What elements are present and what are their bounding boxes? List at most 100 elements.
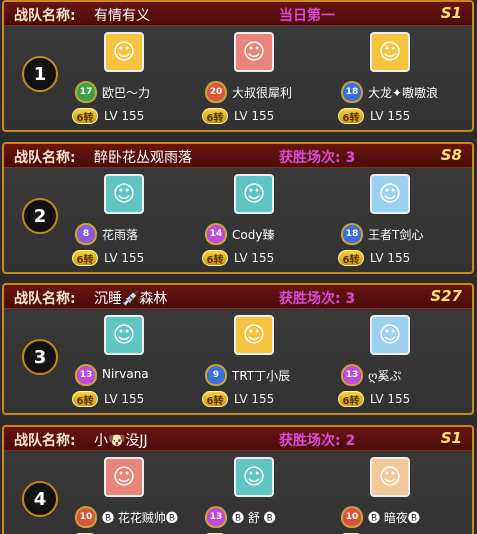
rebirth-badge: 6转 <box>72 250 98 266</box>
player-name: 🅑 暗夜🅑 <box>368 511 420 525</box>
player-avatar[interactable]: ☺ <box>104 457 144 497</box>
level-row: 6转 LV 155 <box>202 108 274 124</box>
level-row: 6转 LV 155 <box>338 391 410 407</box>
team-header: 战队名称: 沉睡💉森林 获胜场次: 3 S27 <box>4 285 472 309</box>
player-name: 王者T剑心 <box>368 228 424 242</box>
shield-icon: 17 <box>75 81 97 103</box>
player-level: LV 155 <box>234 109 275 123</box>
cartoon-face-icon: ☺ <box>242 322 266 348</box>
team-label: 战队名称: <box>14 150 76 166</box>
shield-icon: 13 <box>341 364 363 386</box>
team-name: 醉卧花丛观雨落 <box>94 150 192 166</box>
player-level: LV 155 <box>234 251 275 265</box>
cartoon-face-icon: ☺ <box>378 181 402 207</box>
team-name: 沉睡💉森林 <box>94 291 168 307</box>
player-avatar[interactable]: ☺ <box>234 457 274 497</box>
player-avatar[interactable]: ☺ <box>234 174 274 214</box>
rebirth-badge: 6转 <box>202 250 228 266</box>
cartoon-face-icon: ☺ <box>112 39 136 65</box>
shield-icon: 13 <box>205 506 227 528</box>
player-avatar[interactable]: ☺ <box>370 32 410 72</box>
cartoon-face-icon: ☺ <box>242 39 266 65</box>
team-name: 有情有义 <box>94 8 150 24</box>
player-avatar[interactable]: ☺ <box>370 315 410 355</box>
shield-icon: 18 <box>341 81 363 103</box>
team-card[interactable]: 战队名称: 小🐶没JJ 获胜场次: 2 S1 4 ☺ 10 🅑 花花贼帅🅑 6转… <box>2 425 474 534</box>
team-member[interactable]: ☺ 13 ღ奚ぷ 6转 LV 155 <box>338 315 472 413</box>
rebirth-badge: 6转 <box>202 108 228 124</box>
cartoon-face-icon: ☺ <box>378 322 402 348</box>
vip-badge: 8 <box>72 222 100 246</box>
server-tag: S27 <box>430 287 462 305</box>
player-level: LV 155 <box>370 392 411 406</box>
team-member[interactable]: ☺ 18 大龙✦嗷嗷浪 6转 LV 155 <box>338 32 472 130</box>
rebirth-badge: 6转 <box>338 108 364 124</box>
team-status: 获胜场次: 2 <box>279 433 356 449</box>
cartoon-face-icon: ☺ <box>242 464 266 490</box>
player-avatar[interactable]: ☺ <box>104 174 144 214</box>
rebirth-badge: 6转 <box>72 108 98 124</box>
cartoon-face-icon: ☺ <box>378 39 402 65</box>
player-avatar[interactable]: ☺ <box>370 174 410 214</box>
team-header: 战队名称: 醉卧花丛观雨落 获胜场次: 3 S8 <box>4 144 472 168</box>
player-avatar[interactable]: ☺ <box>370 457 410 497</box>
player-avatar[interactable]: ☺ <box>104 315 144 355</box>
rebirth-badge: 6转 <box>338 391 364 407</box>
level-row: 6转 LV 155 <box>338 108 410 124</box>
player-name: 大龙✦嗷嗷浪 <box>368 86 439 100</box>
player-name: 🅑 舒 🅑 <box>232 511 276 525</box>
level-row: 6转 LV 155 <box>202 391 274 407</box>
team-label: 战队名称: <box>14 433 76 449</box>
vip-badge: 13 <box>202 505 230 529</box>
rank-badge: 1 <box>22 56 58 92</box>
team-status: 获胜场次: 3 <box>279 291 356 307</box>
vip-badge: 13 <box>72 363 100 387</box>
team-card[interactable]: 战队名称: 有情有义 当日第一 S1 1 ☺ 17 欧巴～力 6转 LV 155… <box>2 0 474 132</box>
team-card[interactable]: 战队名称: 沉睡💉森林 获胜场次: 3 S27 3 ☺ 13 Nirvana 6… <box>2 283 474 415</box>
player-avatar[interactable]: ☺ <box>234 32 274 72</box>
shield-icon: 8 <box>75 223 97 245</box>
player-level: LV 155 <box>234 392 275 406</box>
player-avatar[interactable]: ☺ <box>104 32 144 72</box>
player-name: 花雨落 <box>102 228 139 242</box>
server-tag: S8 <box>440 146 462 164</box>
rebirth-badge: 6转 <box>202 391 228 407</box>
rank-badge: 3 <box>22 339 58 375</box>
vip-badge: 18 <box>338 222 366 246</box>
player-level: LV 155 <box>104 109 145 123</box>
team-member[interactable]: ☺ 18 王者T剑心 6转 LV 155 <box>338 174 472 272</box>
vip-badge: 17 <box>72 80 100 104</box>
vip-badge: 9 <box>202 363 230 387</box>
cartoon-face-icon: ☺ <box>112 464 136 490</box>
team-card[interactable]: 战队名称: 醉卧花丛观雨落 获胜场次: 3 S8 2 ☺ 8 花雨落 6转 LV… <box>2 142 474 274</box>
player-name: 🅑 花花贼帅🅑 <box>102 511 178 525</box>
player-name: ღ奚ぷ <box>368 369 402 383</box>
cartoon-face-icon: ☺ <box>378 464 402 490</box>
level-row: 6转 LV 155 <box>72 250 144 266</box>
level-row: 6转 LV 155 <box>72 108 144 124</box>
rank-badge: 2 <box>22 198 58 234</box>
team-label: 战队名称: <box>14 291 76 307</box>
cartoon-face-icon: ☺ <box>112 322 136 348</box>
team-status: 获胜场次: 3 <box>279 150 356 166</box>
player-level: LV 155 <box>104 251 145 265</box>
team-header: 战队名称: 小🐶没JJ 获胜场次: 2 S1 <box>4 427 472 451</box>
player-name: Nirvana <box>102 367 149 381</box>
shield-icon: 10 <box>341 506 363 528</box>
team-status: 当日第一 <box>279 8 335 24</box>
level-row: 6转 LV 155 <box>338 250 410 266</box>
rank-badge: 4 <box>22 481 58 517</box>
player-avatar[interactable]: ☺ <box>234 315 274 355</box>
vip-badge: 18 <box>338 80 366 104</box>
server-tag: S1 <box>440 429 462 447</box>
level-row: 6转 LV 155 <box>202 250 274 266</box>
team-label: 战队名称: <box>14 8 76 24</box>
team-header: 战队名称: 有情有义 当日第一 S1 <box>4 2 472 26</box>
team-name: 小🐶没JJ <box>94 433 148 449</box>
player-level: LV 155 <box>370 251 411 265</box>
shield-icon: 9 <box>205 364 227 386</box>
player-level: LV 155 <box>370 109 411 123</box>
vip-badge: 10 <box>72 505 100 529</box>
team-member[interactable]: ☺ 10 🅑 暗夜🅑 6转 LV 155 <box>338 457 472 534</box>
player-name: TRT丁小辰 <box>232 369 291 383</box>
